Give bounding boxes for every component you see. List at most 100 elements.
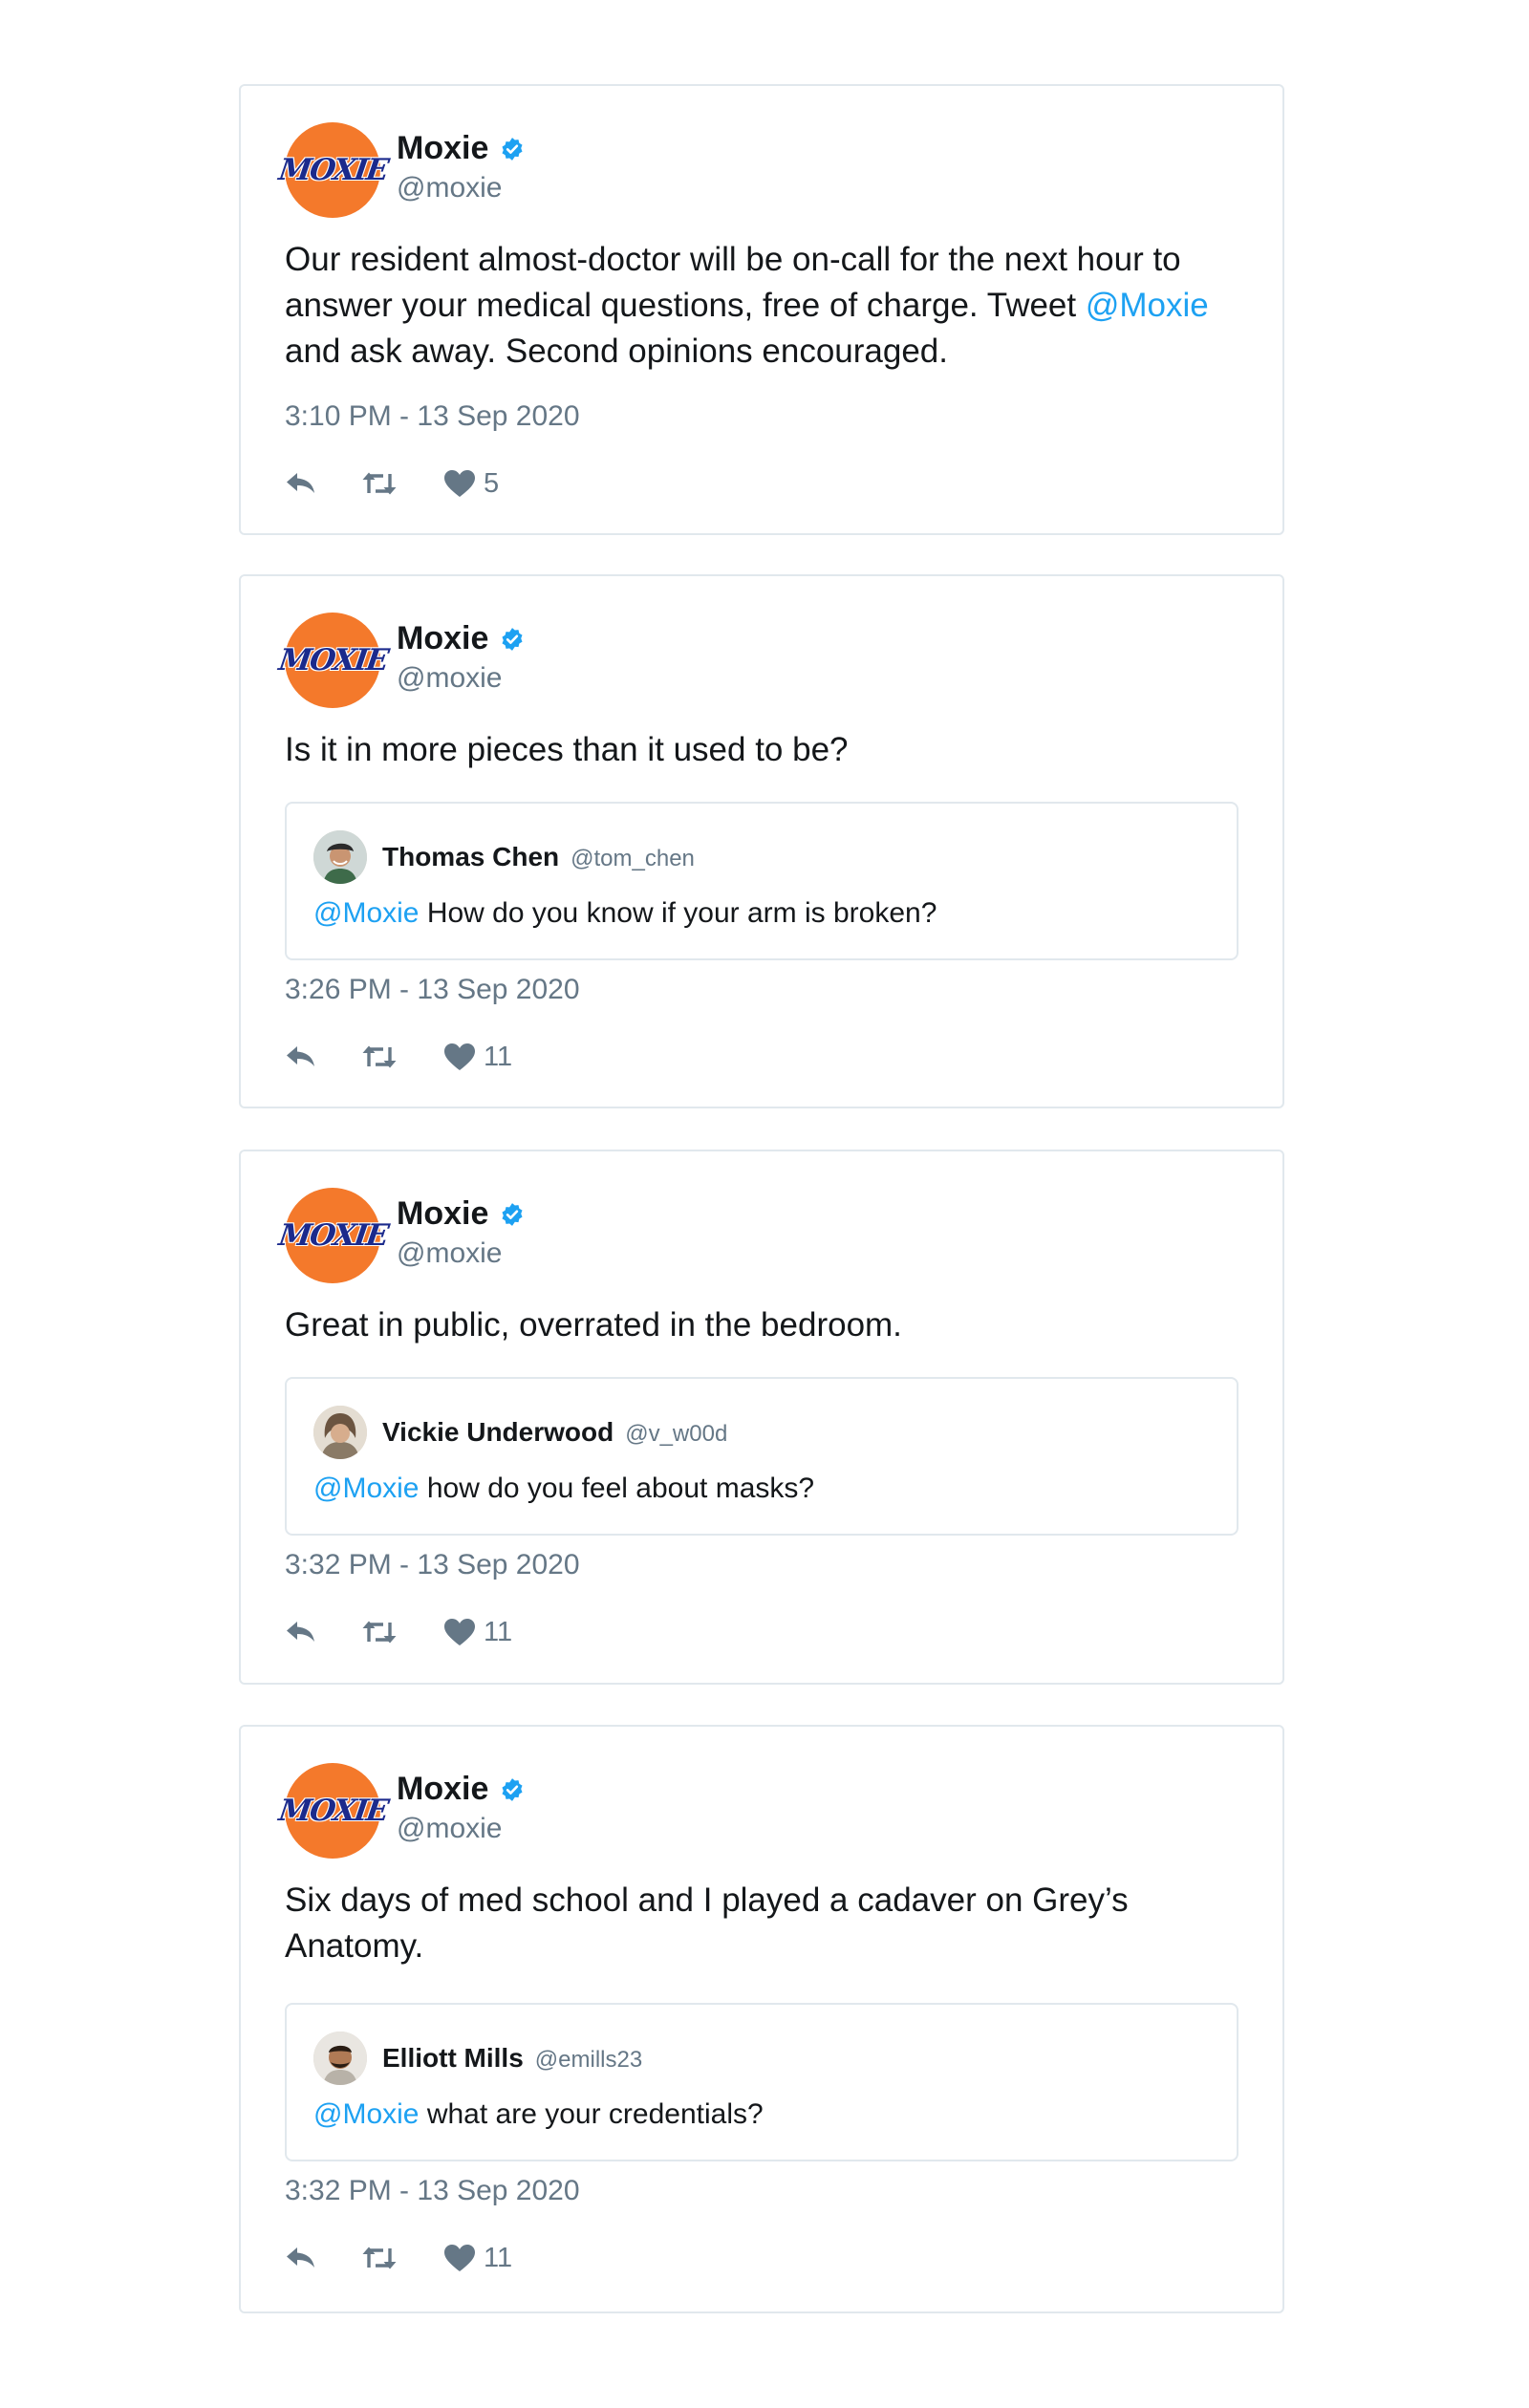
author-name-row: Moxie xyxy=(397,1771,525,1808)
reply-button[interactable] xyxy=(285,470,361,497)
tweet-actions: 11 xyxy=(285,2239,512,2277)
tweet-card[interactable]: MOXIE Moxie @moxie Is it in more pieces … xyxy=(239,574,1284,1108)
author-name[interactable]: Moxie xyxy=(397,1771,488,1808)
avatar[interactable]: MOXIE xyxy=(276,1763,389,1859)
heart-icon xyxy=(444,470,475,497)
reply-button[interactable] xyxy=(285,2245,361,2271)
tweet-text-part: and ask away. Second opinions encouraged… xyxy=(285,333,949,370)
tweet-timestamp[interactable]: 3:32 PM - 13 Sep 2020 xyxy=(285,1549,580,1581)
quoted-user-avatar[interactable] xyxy=(313,1406,367,1459)
retweet-icon xyxy=(362,1621,397,1644)
quoted-tweet[interactable]: Elliott Mills @emills23 @Moxie what are … xyxy=(285,2003,1238,2161)
retweet-button[interactable] xyxy=(361,470,443,497)
tweet-actions: 11 xyxy=(285,1038,512,1076)
quoted-text-part: How do you know if your arm is broken? xyxy=(419,897,937,929)
user-photo-icon xyxy=(313,830,367,884)
tweet-actions: 5 xyxy=(285,464,499,503)
author-name-row: Moxie xyxy=(397,620,525,657)
author-name[interactable]: Moxie xyxy=(397,130,488,167)
user-photo-icon xyxy=(313,1406,367,1459)
tweet-text: Six days of med school and I played a ca… xyxy=(285,1881,1129,1965)
retweet-icon xyxy=(362,1045,397,1068)
quoted-text-part: what are your credentials? xyxy=(419,2098,764,2130)
tweet-text-part: Our resident almost-doctor will be on-ca… xyxy=(285,241,1181,324)
quoted-tweet[interactable]: Thomas Chen @tom_chen @Moxie How do you … xyxy=(285,802,1238,960)
avatar[interactable]: MOXIE xyxy=(276,1188,389,1283)
like-button[interactable]: 5 xyxy=(443,468,499,500)
quoted-author-handle[interactable]: @tom_chen xyxy=(571,846,695,872)
verified-badge-icon xyxy=(502,627,523,651)
avatar[interactable]: MOXIE xyxy=(276,613,389,708)
tweet-card[interactable]: MOXIE Moxie @moxie Our resident almost-d… xyxy=(239,84,1284,535)
quoted-text-part: how do you feel about masks? xyxy=(419,1473,815,1504)
quoted-author-name[interactable]: Vickie Underwood xyxy=(382,1417,614,1448)
tweet-text: Great in public, overrated in the bedroo… xyxy=(285,1306,902,1344)
quoted-author-handle[interactable]: @emills23 xyxy=(535,2047,642,2074)
author-name[interactable]: Moxie xyxy=(397,1195,488,1233)
author-name[interactable]: Moxie xyxy=(397,620,488,657)
like-button[interactable]: 11 xyxy=(443,1617,512,1648)
retweet-button[interactable] xyxy=(361,1619,443,1645)
moxie-logo: MOXIE xyxy=(275,1218,390,1253)
heart-icon xyxy=(444,1619,475,1645)
mention-link[interactable]: @Moxie xyxy=(313,1473,419,1504)
tweet-card[interactable]: MOXIE Moxie @moxie Six days of med schoo… xyxy=(239,1725,1284,2313)
mention-link[interactable]: @Moxie xyxy=(313,897,419,929)
tweet-timestamp[interactable]: 3:32 PM - 13 Sep 2020 xyxy=(285,2175,580,2207)
author-handle[interactable]: @moxie xyxy=(397,1237,502,1270)
tweet-text: Is it in more pieces than it used to be? xyxy=(285,731,849,768)
quoted-tweet-text: @Moxie what are your credentials? xyxy=(313,2098,764,2131)
verified-badge-icon xyxy=(502,1202,523,1226)
moxie-logo: MOXIE xyxy=(275,1794,390,1828)
retweet-icon xyxy=(362,472,397,495)
quoted-author-name[interactable]: Elliott Mills xyxy=(382,2043,524,2074)
quoted-author-row: Elliott Mills @emills23 xyxy=(382,2043,642,2074)
author-handle[interactable]: @moxie xyxy=(397,172,502,204)
like-button[interactable]: 11 xyxy=(443,2243,512,2274)
quoted-tweet[interactable]: Vickie Underwood @v_w00d @Moxie how do y… xyxy=(285,1377,1238,1536)
retweet-button[interactable] xyxy=(361,2245,443,2271)
tweet-header: MOXIE Moxie @moxie xyxy=(276,1763,1145,1859)
tweet-header: MOXIE Moxie @moxie xyxy=(276,1188,1145,1283)
like-count: 5 xyxy=(484,467,500,499)
tweet-actions: 11 xyxy=(285,1613,512,1651)
like-button[interactable]: 11 xyxy=(443,1042,512,1073)
verified-badge-icon xyxy=(502,1777,523,1801)
tweet-timestamp[interactable]: 3:10 PM - 13 Sep 2020 xyxy=(285,400,580,433)
like-count: 11 xyxy=(484,1616,513,1647)
tweet-header: MOXIE Moxie @moxie xyxy=(276,613,1145,708)
tweet-text: Our resident almost-doctor will be on-ca… xyxy=(285,237,1240,375)
mention-link[interactable]: @Moxie xyxy=(1086,287,1209,324)
quoted-user-avatar[interactable] xyxy=(313,2032,367,2085)
moxie-logo: MOXIE xyxy=(275,643,390,677)
reply-button[interactable] xyxy=(285,1043,361,1070)
quoted-author-row: Vickie Underwood @v_w00d xyxy=(382,1417,727,1448)
reply-icon xyxy=(287,2247,314,2268)
quoted-author-handle[interactable]: @v_w00d xyxy=(625,1421,727,1448)
reply-icon xyxy=(287,473,314,493)
reply-icon xyxy=(287,1046,314,1066)
retweet-button[interactable] xyxy=(361,1043,443,1070)
author-handle[interactable]: @moxie xyxy=(397,662,502,695)
tweet-header: MOXIE Moxie @moxie xyxy=(276,122,1145,218)
quoted-author-name[interactable]: Thomas Chen xyxy=(382,842,559,872)
heart-icon xyxy=(444,2245,475,2271)
quoted-tweet-text: @Moxie How do you know if your arm is br… xyxy=(313,897,937,930)
author-name-row: Moxie xyxy=(397,1195,525,1233)
quoted-user-avatar[interactable] xyxy=(313,830,367,884)
author-name-row: Moxie xyxy=(397,130,525,167)
avatar[interactable]: MOXIE xyxy=(276,122,389,218)
reply-button[interactable] xyxy=(285,1619,361,1645)
mention-link[interactable]: @Moxie xyxy=(313,2098,419,2130)
heart-icon xyxy=(444,1043,475,1070)
quoted-author-row: Thomas Chen @tom_chen xyxy=(382,842,695,872)
quoted-tweet-text: @Moxie how do you feel about masks? xyxy=(313,1473,814,1505)
tweet-timestamp[interactable]: 3:26 PM - 13 Sep 2020 xyxy=(285,974,580,1006)
like-count: 11 xyxy=(484,2242,513,2273)
verified-badge-icon xyxy=(502,137,523,161)
moxie-logo: MOXIE xyxy=(275,153,390,187)
reply-icon xyxy=(287,1622,314,1642)
author-handle[interactable]: @moxie xyxy=(397,1813,502,1845)
tweet-card[interactable]: MOXIE Moxie @moxie Great in public, over… xyxy=(239,1150,1284,1685)
user-photo-icon xyxy=(313,2032,367,2085)
